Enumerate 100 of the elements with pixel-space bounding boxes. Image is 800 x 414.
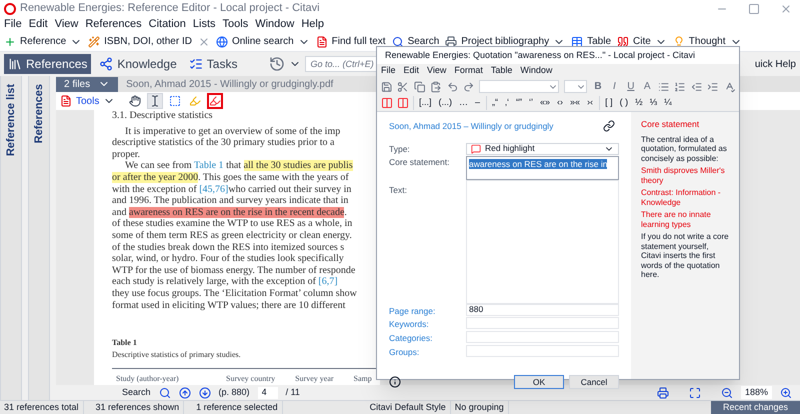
field-link[interactable]: Keywords: [389, 317, 466, 331]
nav-tab[interactable]: Knowledge [95, 54, 181, 74]
history-icon[interactable] [269, 56, 286, 72]
menu-item[interactable]: View [54, 16, 78, 33]
format-button[interactable]: B [592, 79, 604, 94]
collapsed-panel[interactable]: Reference list [0, 76, 22, 400]
info-icon[interactable] [389, 376, 401, 388]
menu-item[interactable]: Table [490, 64, 512, 78]
symbol-button[interactable]: „“ [490, 96, 500, 110]
spellcheck-icon[interactable] [724, 80, 735, 92]
toolbar-button[interactable]: Find full text [316, 34, 386, 49]
menu-item[interactable]: Format [454, 64, 483, 78]
bracket-icon[interactable] [397, 97, 409, 109]
symbol-button[interactable]: “” [514, 96, 524, 110]
toolbar-button[interactable]: Project bibliography [445, 34, 566, 49]
menu-item[interactable]: Help [301, 16, 324, 33]
bracket-icon[interactable] [381, 97, 393, 109]
toolbar-button[interactable] [198, 36, 210, 48]
field-link[interactable]: Groups: [389, 344, 466, 358]
symbol-button[interactable]: ½ [633, 96, 645, 110]
menu-item[interactable]: View [427, 64, 446, 78]
close-icon[interactable] [780, 2, 792, 14]
pdf-text-line: We can see from Table 1 that all the 30 studies are publis [124, 160, 353, 172]
symbol-button[interactable]: ⅓ [648, 96, 660, 110]
undo-icon[interactable] [446, 80, 458, 92]
save-icon[interactable] [381, 80, 392, 92]
citation-link[interactable]: [45,76] [199, 184, 228, 195]
ok-button[interactable]: OK [514, 374, 564, 388]
symbol-button[interactable]: – [473, 96, 482, 110]
cut-icon[interactable] [397, 80, 409, 92]
symbol-button[interactable]: ‹› [555, 96, 566, 110]
library-icon [8, 57, 22, 71]
tools-menu[interactable]: Tools [60, 94, 116, 108]
page-field[interactable]: 4 [258, 386, 278, 398]
field-input[interactable] [466, 317, 619, 330]
link-icon[interactable] [603, 120, 615, 132]
menu-item[interactable]: Window [255, 16, 294, 33]
symbol-button[interactable]: … [457, 96, 470, 110]
recent-changes-button[interactable]: Recent changes [710, 401, 800, 414]
symbol-button[interactable]: «» [538, 96, 552, 110]
core-statement-field[interactable]: awareness on RES are on the rise in [466, 156, 619, 180]
copy-icon[interactable] [414, 80, 426, 92]
symbol-button[interactable]: [ ] [603, 96, 615, 110]
format-button[interactable]: A [642, 79, 653, 94]
field-link[interactable]: Page range: [389, 304, 466, 318]
indent-icon[interactable] [707, 80, 719, 92]
symbol-button[interactable]: ¼ [662, 96, 674, 110]
outdent-icon[interactable] [690, 80, 702, 92]
search-icon[interactable] [158, 386, 171, 398]
menu-item[interactable]: Citation [148, 16, 186, 33]
menu-item[interactable]: Tools [222, 16, 248, 33]
symbol-button[interactable]: »« [568, 96, 582, 110]
collapsed-panel[interactable]: References [28, 76, 50, 400]
toolbar-button[interactable]: Cite [617, 34, 667, 49]
nav-tab[interactable]: References [4, 54, 92, 74]
menu-item[interactable]: Window [520, 64, 552, 78]
toolbar-button[interactable]: Search [392, 34, 440, 49]
toolbar-button[interactable]: Online search [216, 34, 310, 49]
field-input[interactable] [466, 344, 619, 357]
numbered-list-icon[interactable] [674, 80, 686, 92]
format-button[interactable]: U [625, 79, 637, 94]
zoom-out-icon[interactable] [720, 386, 733, 398]
menu-item[interactable]: References [85, 16, 142, 33]
cancel-button[interactable]: Cancel [569, 374, 619, 388]
citation-link[interactable]: [6,7] [318, 276, 338, 288]
toolbar-button[interactable]: Thought [672, 34, 742, 49]
zoom-in-icon[interactable] [780, 386, 792, 398]
printer-icon[interactable] [656, 386, 669, 398]
network-icon [99, 57, 114, 71]
nav-tab[interactable]: Tasks [184, 54, 242, 74]
previous-icon[interactable] [178, 386, 191, 398]
field-input[interactable]: 880 [466, 304, 619, 316]
type-dropdown[interactable]: Red highlight [466, 142, 619, 155]
symbol-button[interactable]: ‘’ [527, 96, 536, 110]
reference-link[interactable]: Soon, Ahmad 2015 – Willingly or grudgingly [389, 120, 554, 133]
menu-item[interactable]: Edit [404, 64, 420, 78]
paste-icon[interactable] [430, 80, 442, 92]
symbol-button[interactable]: ›‹ [585, 96, 596, 110]
pdf-tool-button[interactable] [127, 93, 144, 109]
redo-icon[interactable] [463, 80, 474, 92]
menu-item[interactable]: Edit [28, 16, 48, 33]
symbol-button[interactable]: ( ) [618, 96, 630, 110]
toolbar-button[interactable]: Table [571, 34, 611, 49]
pdf-tool-button[interactable] [207, 93, 224, 109]
citation-link[interactable]: Table 1 [194, 160, 224, 172]
toolbar-button[interactable]: ISBN, DOI, other ID [88, 34, 192, 49]
maximize-icon[interactable] [748, 2, 760, 14]
field-input[interactable] [466, 331, 619, 343]
field-link[interactable]: Categories: [389, 331, 466, 345]
next-icon[interactable] [198, 386, 211, 398]
symbol-button[interactable]: [...] [417, 96, 434, 110]
menu-item[interactable]: Lists [192, 16, 216, 33]
fit-icon[interactable] [688, 386, 701, 398]
format-button[interactable]: I [608, 79, 620, 94]
symbol-button[interactable]: ‚‘ [503, 96, 512, 110]
toolbar-button[interactable]: Reference [4, 34, 82, 49]
menu-item[interactable]: File [4, 16, 22, 33]
symbol-button[interactable]: (...) [436, 96, 454, 110]
quick-help-label[interactable]: uick Help [754, 56, 796, 72]
files-dropdown[interactable]: 2 files [56, 76, 118, 92]
